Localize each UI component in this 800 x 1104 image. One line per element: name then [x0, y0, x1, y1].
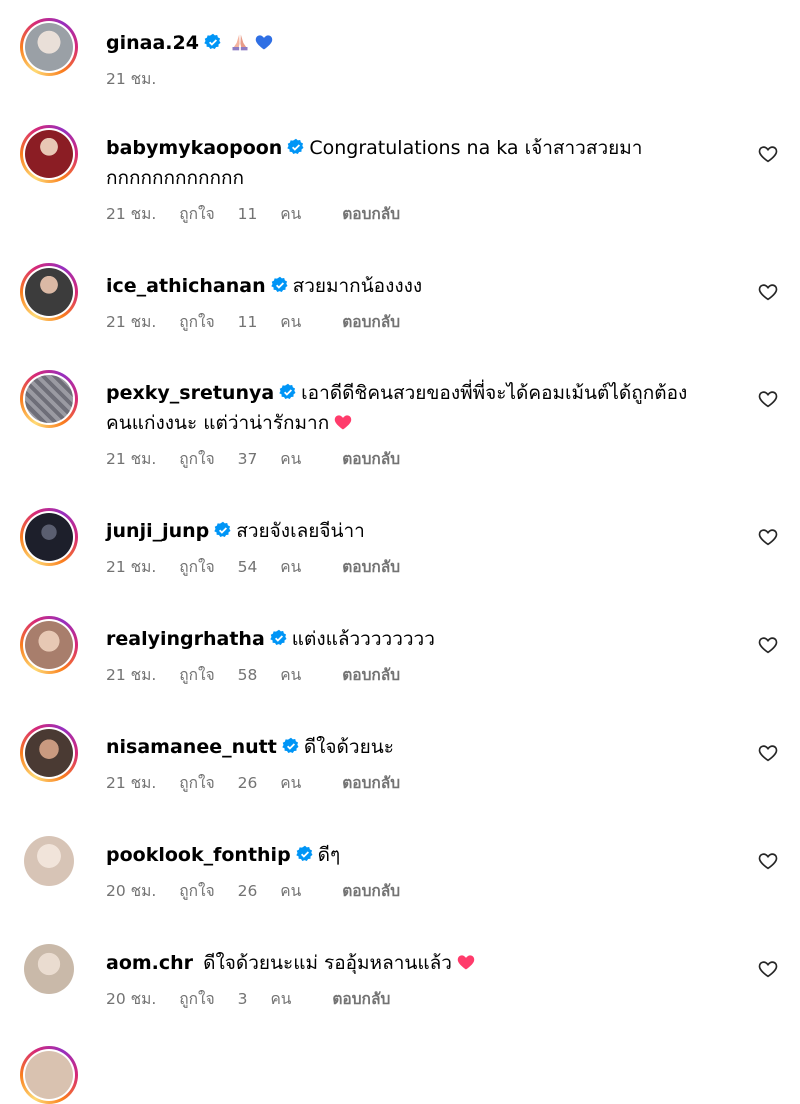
comment-meta: 20 ชม. ถูกใจ 3 คน ตอบกลับ [106, 986, 736, 1011]
reply-button[interactable]: ตอบกลับ [342, 882, 400, 900]
comment-text: ดีใจด้วยนะแม่ รออุ้มหลานแล้ว [203, 952, 452, 974]
reply-button[interactable]: ตอบกลับ [342, 450, 400, 468]
comment-time: 21 ชม. [106, 450, 157, 468]
comment-time: 20 ชม. [106, 990, 157, 1008]
like-count[interactable]: ถูกใจ 26 คน [179, 774, 319, 792]
comment-meta: 21 ชม. ถูกใจ 11 คน ตอบกลับ [106, 309, 736, 334]
verified-badge-icon [282, 737, 299, 753]
blue-heart-icon [255, 35, 273, 50]
comment-username[interactable]: ginaa.24 [106, 32, 199, 54]
avatar[interactable] [20, 940, 78, 998]
comment-text: สวยมากน้องงงง [292, 275, 423, 297]
like-heart-icon[interactable] [757, 526, 779, 548]
comment-username[interactable]: ice_athichanan [106, 275, 266, 297]
comment-username[interactable]: junji_junp [106, 520, 209, 542]
like-heart-icon[interactable] [757, 281, 779, 303]
comment-time: 21 ชม. [106, 205, 157, 223]
comment-time: 21 ชม. [106, 70, 157, 88]
comment-time: 21 ชม. [106, 666, 157, 684]
comment-text: เอาดีดีชิคนสวยของพี่พี่จะได้คอมเม้นต์ได้… [301, 382, 688, 404]
like-count[interactable]: ถูกใจ 3 คน [179, 990, 309, 1008]
like-count[interactable]: ถูกใจ 37 คน [179, 450, 319, 468]
comment-time: 20 ชม. [106, 882, 157, 900]
reply-button[interactable]: ตอบกลับ [342, 205, 400, 223]
pink-heart-icon [457, 955, 475, 970]
comment-text: ดีใจด้วยนะ [303, 736, 394, 758]
verified-badge-icon [287, 138, 304, 154]
avatar[interactable] [20, 18, 78, 76]
comment-meta: 21 ชม. ถูกใจ 54 คน ตอบกลับ [106, 554, 736, 579]
comment-text: Congratulations na ka เจ้าสาวสวยมา [309, 137, 643, 159]
like-heart-icon[interactable] [757, 388, 779, 410]
pink-heart-icon [335, 415, 352, 430]
comment-username[interactable]: nisamanee_nutt [106, 736, 277, 758]
comment-username[interactable]: realyingrhatha [106, 628, 265, 650]
comment-meta: 21 ชม. ถูกใจ 58 คน ตอบกลับ [106, 662, 736, 687]
comment-text: ดีๆ [317, 844, 341, 866]
praying-hands-icon [232, 34, 248, 51]
verified-badge-icon [214, 521, 231, 537]
verified-badge-icon [295, 845, 313, 861]
like-heart-icon[interactable] [757, 742, 779, 764]
comment-meta: 21 ชม. ถูกใจ 26 คน ตอบกลับ [106, 770, 736, 795]
like-count[interactable]: ถูกใจ 11 คน [179, 205, 319, 223]
avatar[interactable] [20, 832, 78, 890]
comment-meta: 20 ชม. ถูกใจ 26 คน ตอบกลับ [106, 878, 736, 903]
like-heart-icon[interactable] [757, 634, 779, 656]
comment-time: 21 ชม. [106, 313, 157, 331]
verified-badge-icon [270, 629, 287, 645]
reply-button[interactable]: ตอบกลับ [332, 990, 390, 1008]
comment-time: 21 ชม. [106, 774, 157, 792]
avatar[interactable] [20, 125, 78, 183]
comment-text-continued: คนแก่งงนะ แต่ว่าน่ารักมาก [106, 412, 330, 434]
like-count[interactable]: ถูกใจ 11 คน [179, 313, 319, 331]
reply-button[interactable]: ตอบกลับ [342, 313, 400, 331]
like-count[interactable]: ถูกใจ 26 คน [179, 882, 319, 900]
verified-badge-icon [279, 383, 296, 399]
comment-username[interactable]: babymykaopoon [106, 137, 282, 159]
avatar[interactable] [20, 724, 78, 782]
comment-text: แต่งแล้วววววววว [291, 628, 435, 650]
reply-button[interactable]: ตอบกลับ [342, 666, 400, 684]
like-heart-icon[interactable] [757, 958, 779, 980]
comment-meta: 21 ชม. ถูกใจ 11 คน ตอบกลับ [106, 201, 736, 226]
like-heart-icon[interactable] [757, 850, 779, 872]
verified-badge-icon [204, 33, 221, 49]
verified-badge-icon [270, 276, 288, 292]
comment-username[interactable]: aom.chr [106, 952, 193, 974]
comment-meta: 21 ชม. [106, 66, 736, 91]
comment-text: สวยจังเลยจีน่าา [236, 520, 365, 542]
like-heart-icon[interactable] [757, 143, 779, 165]
avatar[interactable] [20, 263, 78, 321]
reply-button[interactable]: ตอบกลับ [342, 774, 400, 792]
like-count[interactable]: ถูกใจ 54 คน [179, 558, 319, 576]
comment-time: 21 ชม. [106, 558, 157, 576]
avatar[interactable] [20, 616, 78, 674]
avatar[interactable] [20, 508, 78, 566]
avatar[interactable] [20, 1046, 78, 1104]
comment-meta: 21 ชม. ถูกใจ 37 คน ตอบกลับ [106, 446, 736, 471]
reply-button[interactable]: ตอบกลับ [342, 558, 400, 576]
comment-username[interactable]: pooklook_fonthip [106, 844, 291, 866]
comment-username[interactable]: pexky_sretunya [106, 382, 274, 404]
comment-text-continued: กกกกกกกกกกกก [106, 167, 245, 189]
avatar[interactable] [20, 370, 78, 428]
like-count[interactable]: ถูกใจ 58 คน [179, 666, 319, 684]
